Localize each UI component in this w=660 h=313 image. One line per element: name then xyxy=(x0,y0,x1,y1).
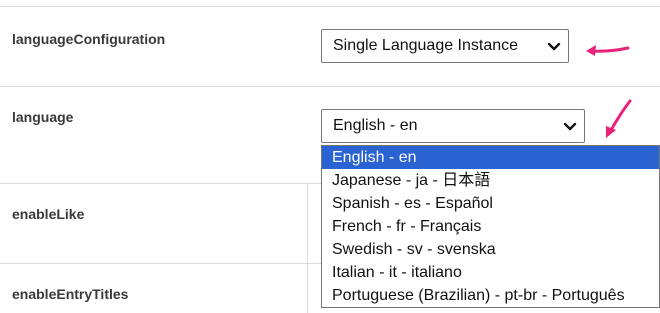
language-configuration-select[interactable]: Single Language Instance xyxy=(321,29,569,63)
language-option-french[interactable]: French - fr - Français xyxy=(322,215,659,238)
chevron-down-icon xyxy=(547,42,561,51)
language-configuration-value: Single Language Instance xyxy=(333,37,519,54)
language-select[interactable]: English - en xyxy=(321,109,585,143)
language-option-swedish[interactable]: Swedish - sv - svenska xyxy=(322,238,659,261)
language-option-japanese[interactable]: Japanese - ja - 日本語 xyxy=(322,169,659,192)
pink-arrow-icon xyxy=(606,99,632,138)
row-divider xyxy=(0,6,660,7)
label-enable-entry-titles: enableEntryTitles xyxy=(12,286,129,302)
language-option-portuguese[interactable]: Portuguese (Brazilian) - pt-br - Portugu… xyxy=(322,284,659,307)
pink-arrow-icon xyxy=(586,45,630,56)
label-enable-like: enableLike xyxy=(12,206,85,222)
chevron-down-icon xyxy=(563,122,577,131)
label-language-configuration: languageConfiguration xyxy=(12,31,166,47)
column-divider xyxy=(307,183,308,313)
language-option-italian[interactable]: Italian - it - italiano xyxy=(322,261,659,284)
language-value: English - en xyxy=(333,117,418,134)
language-option-english[interactable]: English - en xyxy=(322,146,659,169)
label-language: language xyxy=(12,109,74,125)
language-dropdown-list[interactable]: English - en Japanese - ja - 日本語 Spanish… xyxy=(321,145,660,308)
language-option-spanish[interactable]: Spanish - es - Español xyxy=(322,192,659,215)
row-divider xyxy=(0,86,660,87)
